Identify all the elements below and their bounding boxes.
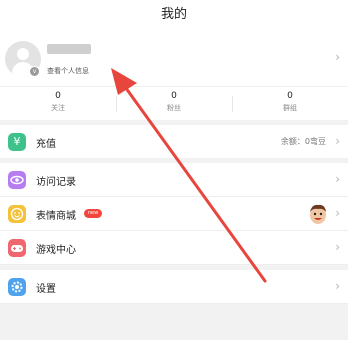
stat-fans[interactable]: 0 粉丝 <box>116 87 232 121</box>
menu-item-settings[interactable]: 设置 › <box>0 265 348 304</box>
menu-label: 游戏中心 <box>36 245 76 256</box>
stats-bar: 0 关注 0 粉丝 0 群组 <box>0 86 348 120</box>
stat-label: 关注 <box>51 104 65 112</box>
stat-count: 0 <box>287 91 293 101</box>
stat-label: 粉丝 <box>167 104 181 112</box>
smile-icon <box>8 205 26 223</box>
recharge-icon: ¥ <box>8 133 26 151</box>
chevron-right-icon: › <box>335 240 340 254</box>
chevron-right-icon: › <box>335 279 340 293</box>
stat-groups[interactable]: 0 群组 <box>232 87 348 121</box>
stat-following[interactable]: 0 关注 <box>0 87 116 121</box>
menu-label: 访问记录 <box>36 177 76 188</box>
menu-label: 设置 <box>36 284 56 295</box>
top-bar: 我的 <box>0 0 348 30</box>
chevron-right-icon: › <box>335 50 340 64</box>
gear-icon <box>8 278 26 296</box>
chevron-right-icon: › <box>335 134 340 148</box>
profile-card[interactable]: v 查看个人信息 › <box>0 30 348 86</box>
page-title: 我的 <box>160 7 187 22</box>
menu-list: ¥ 充值 余额：0弯豆 › 访问记录 › 表情商城 new › 游戏中心 › 设… <box>0 125 348 304</box>
menu-item-emoji-store[interactable]: 表情商城 new › <box>0 197 348 231</box>
chevron-right-icon: › <box>335 172 340 186</box>
new-badge: new <box>84 209 102 218</box>
username-redacted <box>47 44 91 54</box>
menu-item-game-center[interactable]: 游戏中心 › <box>0 231 348 265</box>
menu-label: 充值 <box>36 139 56 150</box>
menu-label: 表情商城 <box>36 211 76 222</box>
stat-count: 0 <box>171 91 177 101</box>
gamepad-icon <box>8 239 26 257</box>
menu-item-recharge[interactable]: ¥ 充值 余额：0弯豆 › <box>0 125 348 163</box>
chevron-right-icon: › <box>335 206 340 220</box>
verified-badge-icon: v <box>29 66 40 77</box>
balance-text: 余额：0弯豆 <box>280 137 326 146</box>
stat-count: 0 <box>55 91 61 101</box>
cartoon-face-icon <box>308 203 328 225</box>
menu-item-history[interactable]: 访问记录 › <box>0 163 348 197</box>
eye-icon <box>8 171 26 189</box>
stat-label: 群组 <box>283 104 297 112</box>
view-profile-link[interactable]: 查看个人信息 <box>47 66 89 76</box>
